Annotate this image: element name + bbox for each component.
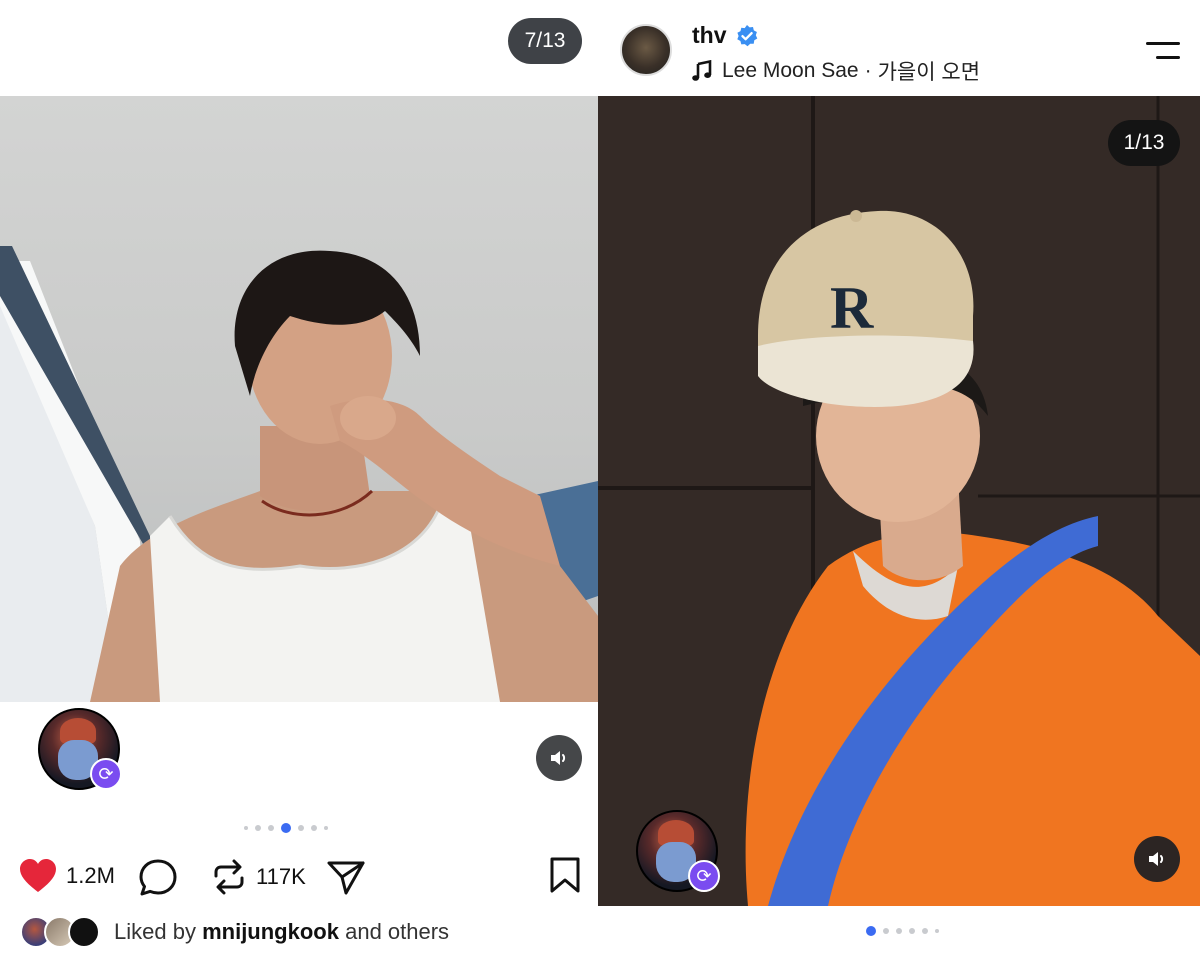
share-button[interactable]	[326, 858, 366, 896]
post-photo[interactable]	[0, 96, 598, 702]
username[interactable]: thv	[692, 22, 727, 49]
like-button[interactable]: 1.2M	[18, 858, 115, 894]
image-counter-badge: 1/13	[1108, 120, 1180, 166]
liked-by-prefix: Liked by	[114, 919, 196, 944]
repost-badge-icon: ⟳	[90, 758, 122, 790]
svg-text:R: R	[830, 275, 874, 341]
image-counter-text: 1/13	[1123, 131, 1165, 154]
post-action-bar: 1.2M 117K	[0, 850, 598, 906]
liked-by-username[interactable]: mnijungkook	[202, 919, 339, 944]
speaker-icon	[1149, 852, 1164, 866]
repost-badge-icon: ⟳	[688, 860, 720, 892]
carousel-dot	[298, 825, 304, 831]
speech-bubble-icon	[139, 859, 177, 896]
username-row[interactable]: thv	[692, 22, 759, 49]
music-separator: ·	[864, 59, 872, 82]
speaker-icon	[551, 751, 566, 765]
post-author-avatar[interactable]: ⟳	[636, 810, 720, 892]
carousel-dot	[255, 825, 261, 831]
carousel-dot	[883, 928, 889, 934]
post-author-avatar[interactable]: ⟳	[38, 708, 122, 790]
liked-by-avatars	[20, 914, 104, 950]
sound-toggle-button[interactable]	[1134, 836, 1180, 882]
carousel-dot	[244, 826, 248, 830]
like-count: 1.2M	[66, 863, 115, 888]
carousel-dot	[922, 928, 928, 934]
post-photo-illustration	[0, 246, 598, 702]
image-counter-badge: 7/13	[508, 18, 582, 64]
carousel-dot	[324, 826, 328, 830]
carousel-dot	[896, 928, 902, 934]
liked-by-row[interactable]: Liked by mnijungkook and others	[20, 914, 449, 950]
profile-avatar[interactable]	[620, 24, 672, 76]
carousel-dot-active	[866, 926, 876, 936]
liked-by-text: Liked by mnijungkook and others	[114, 919, 449, 945]
repost-button[interactable]: 117K	[210, 858, 306, 896]
repost-arrows-icon	[214, 859, 244, 895]
bookmark-icon	[550, 857, 580, 893]
carousel-dot	[935, 929, 939, 933]
sound-toggle-button[interactable]	[536, 735, 582, 781]
verified-badge-icon	[736, 24, 757, 46]
comment-button[interactable]	[138, 858, 178, 896]
music-title: 가을이 오면	[877, 61, 981, 84]
music-note-icon	[692, 60, 712, 81]
post-photo[interactable]: R 1/13 ⟳	[598, 96, 1200, 906]
post-photo-illustration: R	[598, 96, 1200, 906]
left-post-panel: 7/13 ⟳ 1.2M 117K Liked by mnijungkook an…	[0, 0, 598, 960]
image-counter-text: 7/13	[524, 29, 566, 52]
carousel-indicator	[866, 926, 939, 936]
paper-plane-icon	[327, 861, 365, 895]
liker-avatar	[68, 916, 100, 948]
liked-by-suffix: and others	[345, 919, 450, 944]
music-artist: Lee Moon Sae	[722, 59, 859, 82]
carousel-dot	[311, 825, 317, 831]
hamburger-menu-icon[interactable]	[1146, 40, 1182, 62]
repost-count: 117K	[256, 864, 306, 889]
heart-filled-icon	[20, 859, 56, 892]
right-post-panel: thv Lee Moon Sae · 가을이 오면 R 1/13 ⟳	[598, 0, 1200, 960]
save-button[interactable]	[548, 856, 582, 894]
carousel-dot	[268, 825, 274, 831]
carousel-dot	[909, 928, 915, 934]
carousel-dot-active	[281, 823, 291, 833]
music-row[interactable]: Lee Moon Sae · 가을이 오면	[692, 56, 980, 86]
post-header: thv Lee Moon Sae · 가을이 오면	[598, 0, 1200, 96]
carousel-indicator	[244, 823, 328, 833]
